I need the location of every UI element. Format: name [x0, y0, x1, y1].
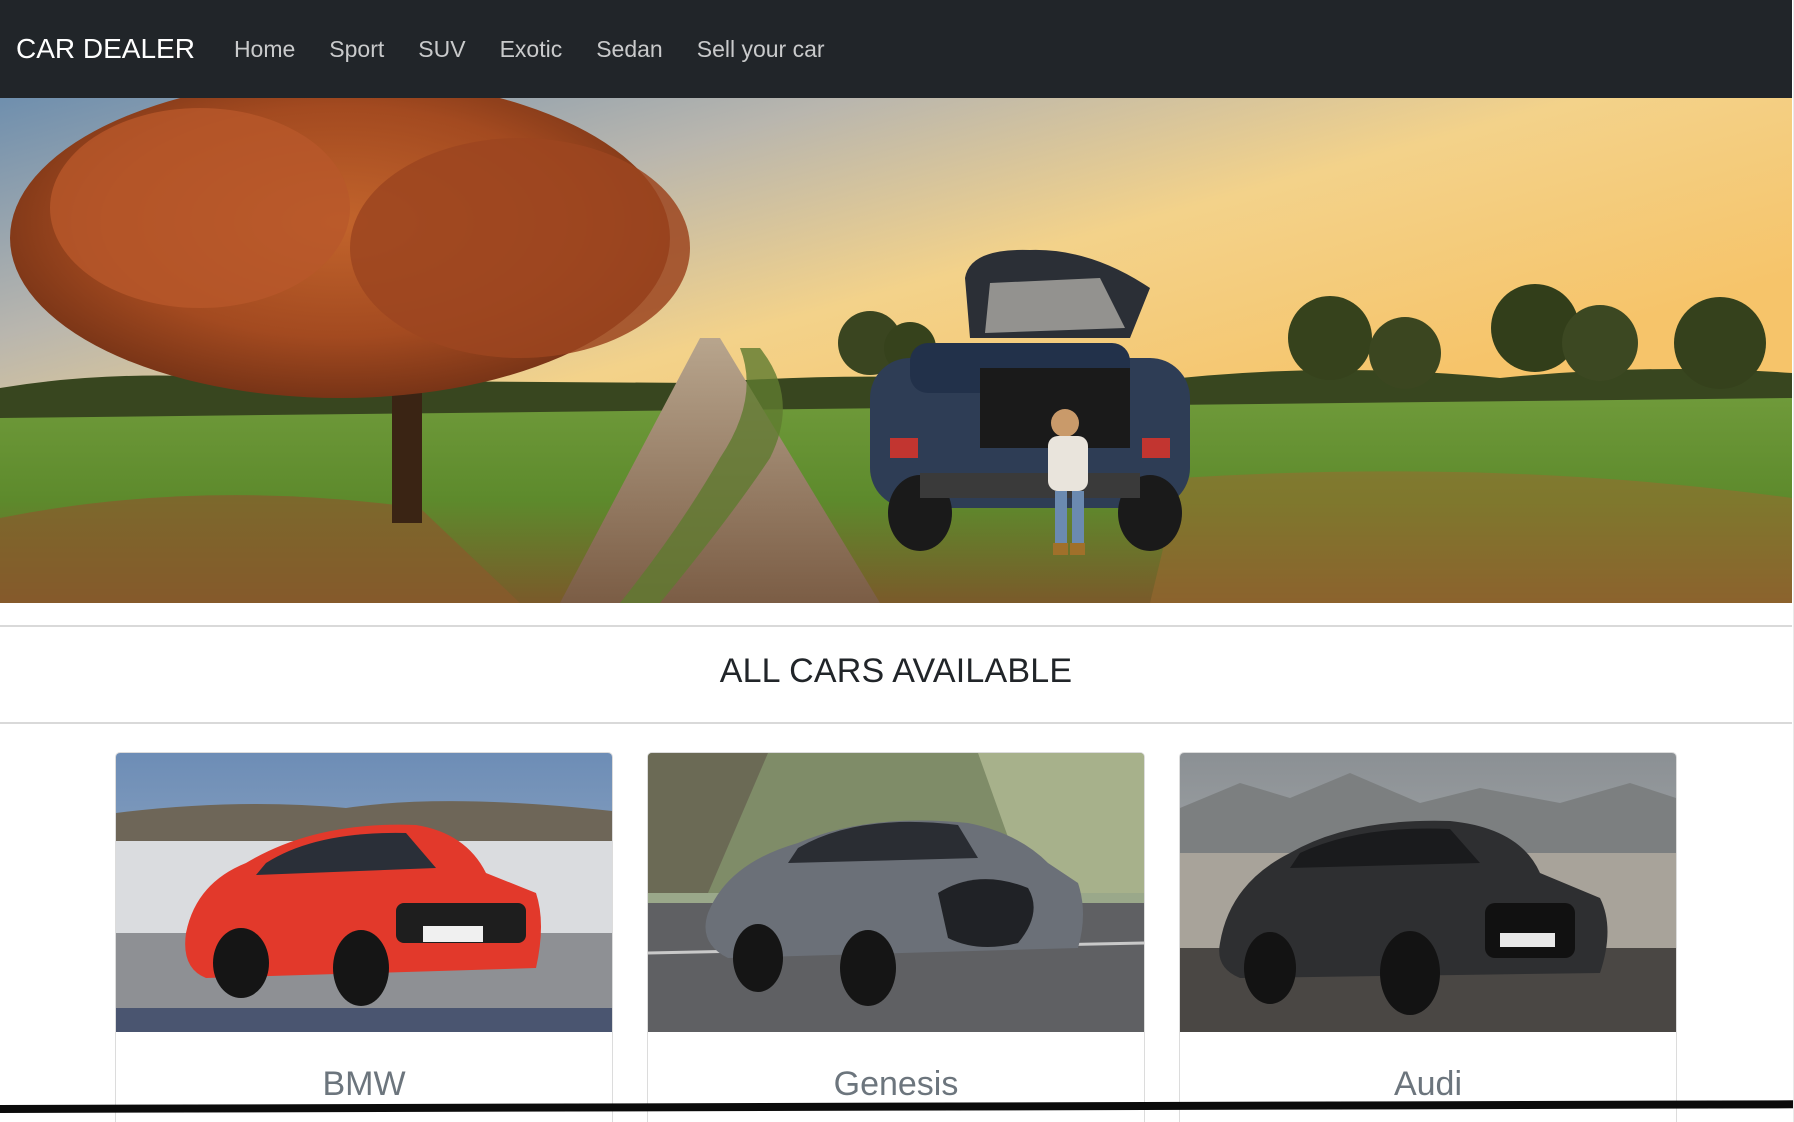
page: CAR DEALER Home Sport SUV Exotic Sedan S…	[0, 0, 1794, 1122]
top-navbar: CAR DEALER Home Sport SUV Exotic Sedan S…	[0, 0, 1792, 98]
audi-car-image[interactable]	[1180, 753, 1676, 1032]
nav-link-suv[interactable]: SUV	[418, 36, 465, 63]
car-card-bmw[interactable]: BMW	[115, 752, 613, 1122]
card-title-bmw[interactable]: BMW	[116, 1065, 612, 1104]
brand-link[interactable]: CAR DEALER	[16, 33, 195, 65]
nav-link-sedan[interactable]: Sedan	[596, 36, 663, 63]
section-divider-top	[0, 625, 1792, 627]
nav-links: Home Sport SUV Exotic Sedan Sell your ca…	[217, 36, 842, 63]
car-card-genesis[interactable]: Genesis	[647, 752, 1145, 1122]
car-card-audi[interactable]: Audi	[1179, 752, 1677, 1122]
nav-link-sell-your-car[interactable]: Sell your car	[697, 36, 825, 63]
card-title-audi[interactable]: Audi	[1180, 1065, 1676, 1104]
section-title: ALL CARS AVAILABLE	[719, 652, 1073, 690]
bmw-car-image[interactable]	[116, 753, 612, 1032]
nav-link-sport[interactable]: Sport	[329, 36, 384, 63]
genesis-car-image[interactable]	[648, 753, 1144, 1032]
card-title-genesis[interactable]: Genesis	[648, 1065, 1144, 1104]
nav-link-exotic[interactable]: Exotic	[500, 36, 563, 63]
section-divider-bottom	[0, 722, 1792, 724]
nav-link-home[interactable]: Home	[234, 36, 295, 63]
hero-banner-image	[0, 98, 1792, 603]
